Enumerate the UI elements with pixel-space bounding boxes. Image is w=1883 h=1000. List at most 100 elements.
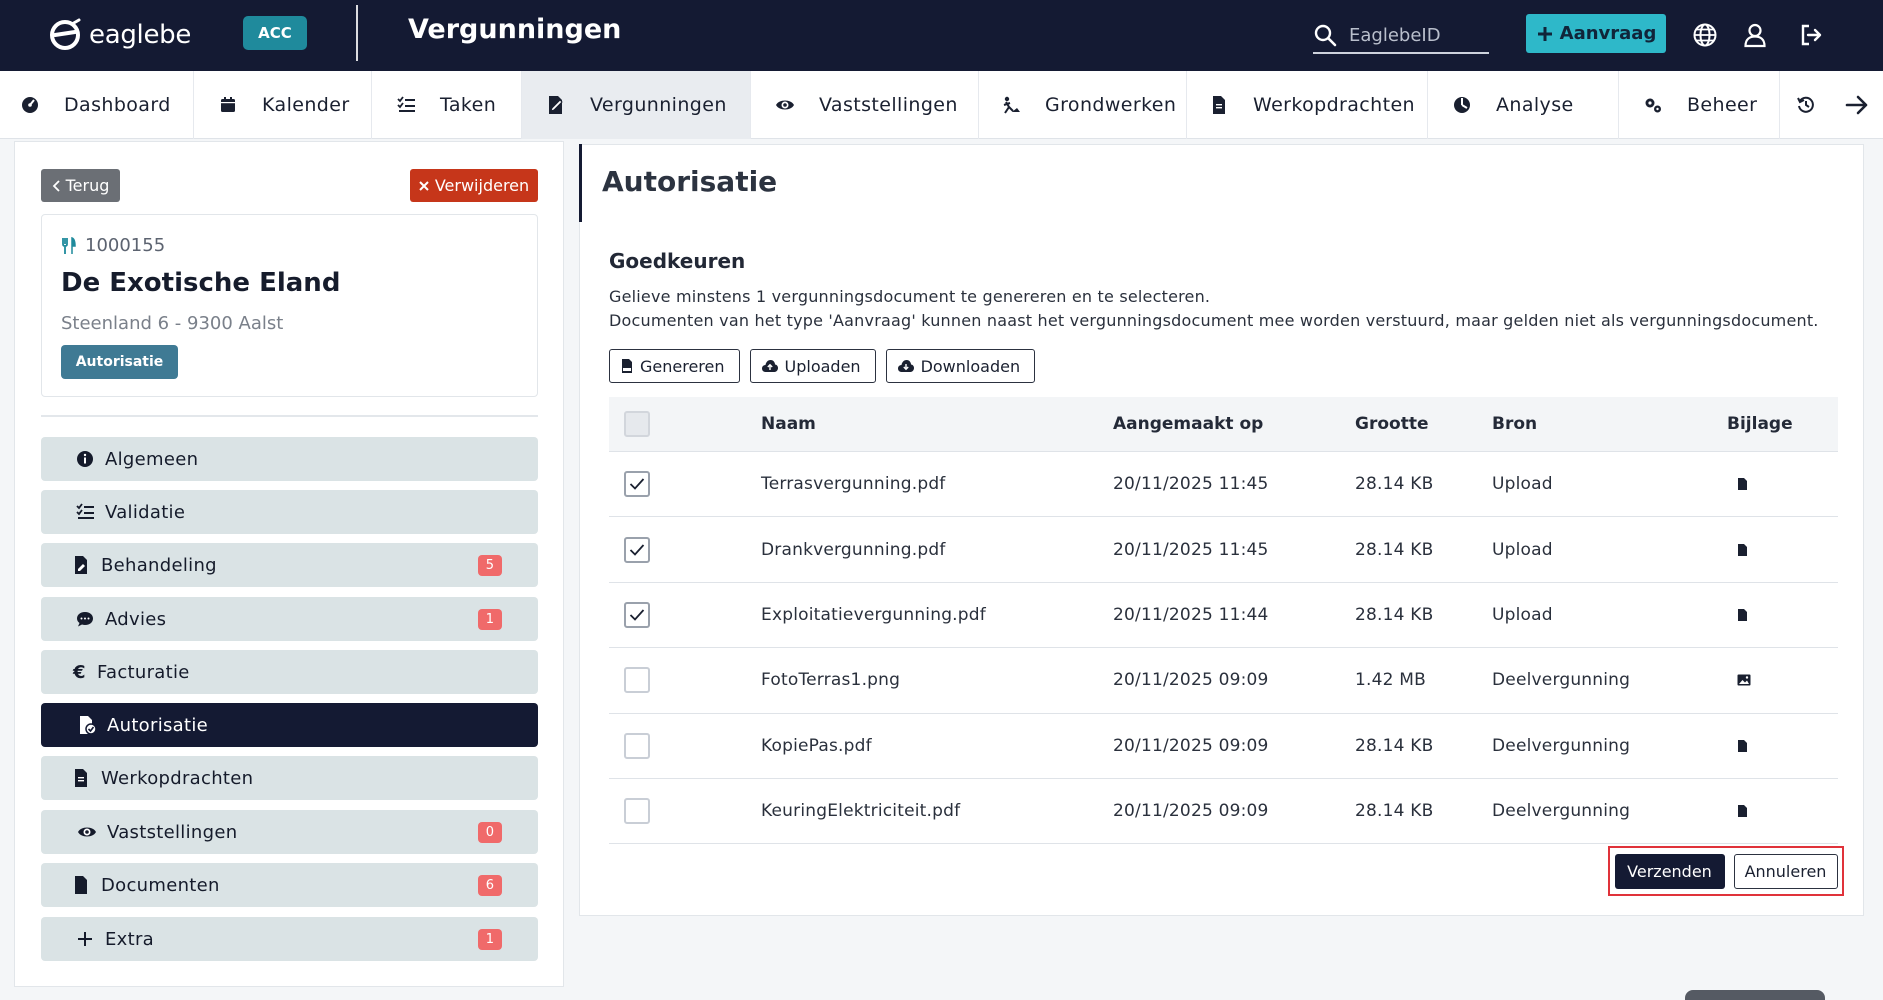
dossier-card: 1000155 De Exotische Eland Steenland 6 -…	[41, 214, 538, 397]
info-icon	[77, 451, 93, 467]
globe-icon[interactable]	[1692, 22, 1718, 48]
table-row: FotoTerras1.png 20/11/2025 09:09 1.42 MB…	[609, 648, 1838, 714]
sidebar-item-extra[interactable]: Extra 1	[41, 917, 538, 961]
eaglebe-logo-icon	[50, 18, 81, 50]
created-date: 20/11/2025 11:45	[1113, 474, 1269, 495]
sidebar-item-validatie[interactable]: Validatie	[41, 490, 538, 534]
header-bron[interactable]: Bron	[1492, 414, 1537, 434]
document-icon	[1213, 96, 1225, 114]
image-icon	[1737, 674, 1751, 686]
tab-analyse[interactable]: Analyse	[1428, 71, 1619, 139]
table-row: Exploitatievergunning.pdf 20/11/2025 11:…	[609, 583, 1838, 649]
submit-button[interactable]: Verzenden	[1614, 853, 1725, 889]
tab-dashboard[interactable]: Dashboard	[0, 71, 194, 139]
tasks-icon	[397, 96, 415, 112]
row-checkbox[interactable]	[624, 798, 650, 825]
row-select-cell	[624, 798, 650, 825]
tab-werkopdrachten[interactable]: Werkopdrachten	[1187, 71, 1428, 139]
attachment-link[interactable]	[1737, 608, 1748, 622]
history-icon	[1797, 96, 1814, 113]
upload-button[interactable]: Uploaden	[749, 349, 876, 383]
new-request-button[interactable]: Aanvraag	[1526, 14, 1666, 53]
dossier-panel: Terug Verwijderen 1000155 De Exotische E…	[14, 141, 564, 987]
header-bijlage: Bijlage	[1727, 414, 1793, 434]
upload-label: Uploaden	[784, 356, 861, 376]
header-grootte[interactable]: Grootte	[1355, 414, 1428, 434]
search-icon	[1314, 24, 1337, 47]
tab-label: Kalender	[262, 94, 350, 116]
tab-taken[interactable]: Taken	[372, 71, 522, 139]
file-size: 28.14 KB	[1355, 539, 1434, 560]
tab-grondwerken[interactable]: Grondwerken	[979, 71, 1187, 139]
sidebar-item-documenten[interactable]: Documenten 6	[41, 863, 538, 907]
sidebar-item-label: Behandeling	[101, 554, 217, 576]
dossier-id-row: 1000155	[61, 235, 165, 256]
nav-scroll-right-button[interactable]	[1832, 71, 1883, 139]
permit-icon	[549, 96, 563, 114]
file-source: Upload	[1492, 474, 1553, 495]
brand-logo[interactable]: eaglebe	[48, 18, 191, 52]
sidebar-item-advies[interactable]: Advies 1	[41, 597, 538, 641]
eye-icon	[776, 100, 794, 110]
file-name: Exploitatievergunning.pdf	[761, 604, 986, 625]
tab-vaststellingen[interactable]: Vaststellingen	[751, 71, 979, 139]
dossier-id: 1000155	[85, 235, 166, 256]
main-navigation: Dashboard Kalender Taken Vergunningen Va…	[0, 71, 1883, 139]
utensils-icon	[62, 236, 76, 254]
attachment-link[interactable]	[1737, 477, 1748, 491]
row-checkbox[interactable]	[624, 732, 650, 759]
table-row: KopiePas.pdf 20/11/2025 09:09 28.14 KB D…	[609, 714, 1838, 779]
attachment-link[interactable]	[1737, 804, 1748, 818]
back-button[interactable]: Terug	[41, 169, 120, 202]
sidebar-item-werkopdrachten[interactable]: Werkopdrachten	[41, 756, 538, 800]
row-checkbox[interactable]	[624, 601, 650, 628]
count-badge: 1	[478, 929, 502, 950]
delete-button[interactable]: Verwijderen	[410, 169, 538, 202]
checkmark-icon	[629, 543, 645, 556]
search-input[interactable]	[1349, 24, 1479, 46]
sidebar-item-behandeling[interactable]: Behandeling 5	[41, 543, 538, 587]
row-select-cell	[624, 732, 650, 759]
generate-button[interactable]: Genereren	[609, 349, 740, 383]
attachment-link[interactable]	[1737, 739, 1748, 753]
pdf-file-icon	[622, 359, 632, 373]
environment-badge: ACC	[243, 16, 307, 50]
created-date: 20/11/2025 09:09	[1113, 801, 1269, 822]
sidebar-item-label: Autorisatie	[107, 714, 209, 736]
file-size: 1.42 MB	[1355, 670, 1426, 691]
sidebar-item-facturatie[interactable]: € Facturatie	[41, 650, 538, 694]
count-badge: 5	[478, 555, 502, 576]
attachment-link[interactable]	[1737, 543, 1748, 557]
row-checkbox[interactable]	[624, 471, 650, 498]
page-scrollbar[interactable]	[1685, 990, 1825, 1000]
search-box[interactable]	[1313, 18, 1489, 54]
row-checkbox[interactable]	[624, 536, 650, 563]
sidebar-item-algemeen[interactable]: Algemeen	[41, 437, 538, 481]
tab-kalender[interactable]: Kalender	[194, 71, 372, 139]
tab-vergunningen[interactable]: Vergunningen	[522, 71, 751, 139]
download-button[interactable]: Downloaden	[885, 349, 1036, 383]
user-icon[interactable]	[1742, 22, 1768, 48]
file-size: 28.14 KB	[1355, 735, 1434, 756]
row-checkbox[interactable]	[624, 667, 650, 694]
logout-icon[interactable]	[1798, 22, 1824, 48]
cancel-button[interactable]: Annuleren	[1733, 853, 1838, 889]
tab-label: Taken	[440, 94, 497, 116]
attachment-link[interactable]	[1737, 674, 1751, 686]
row-select-cell	[624, 601, 650, 628]
select-all-checkbox[interactable]	[624, 411, 650, 437]
created-date: 20/11/2025 11:44	[1113, 604, 1269, 625]
tab-beheer[interactable]: Beheer	[1619, 71, 1780, 139]
header-aangemaakt[interactable]: Aangemaakt op	[1113, 414, 1263, 434]
sidebar-item-autorisatie[interactable]: Autorisatie	[41, 703, 538, 747]
sidebar-item-label: Documenten	[101, 874, 220, 896]
sidebar-item-vaststellingen[interactable]: Vaststellingen 0	[41, 810, 538, 854]
tab-label: Analyse	[1496, 94, 1574, 116]
title-accent	[579, 144, 582, 222]
tab-label: Beheer	[1687, 94, 1758, 116]
history-button[interactable]	[1780, 71, 1832, 139]
section-title: Goedkeuren	[609, 249, 746, 273]
header-naam[interactable]: Naam	[761, 414, 816, 434]
delete-label: Verwijderen	[434, 176, 530, 195]
file-source: Deelvergunning	[1492, 670, 1631, 691]
